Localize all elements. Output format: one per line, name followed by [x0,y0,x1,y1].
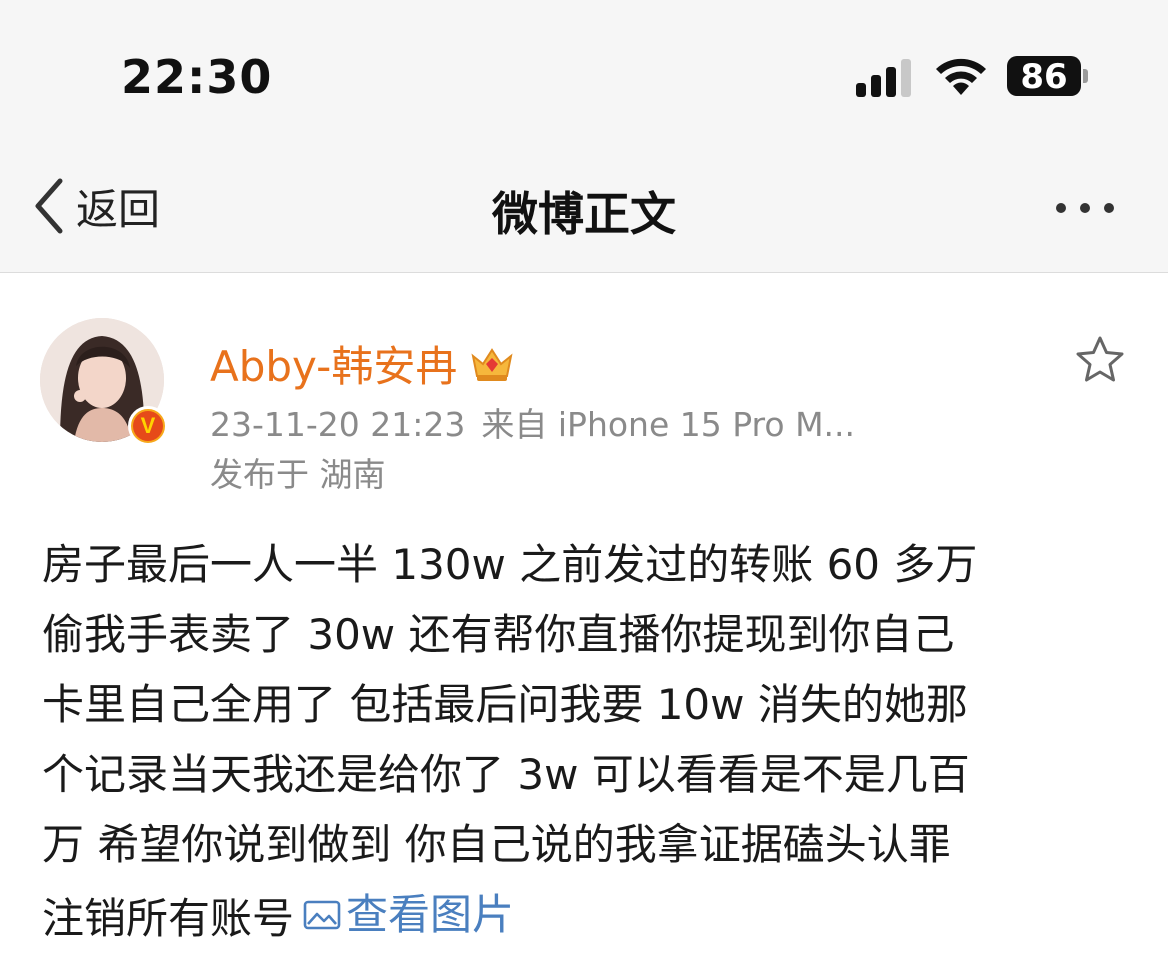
post-body-last-line: 注销所有账号 查看图片 [42,880,1128,954]
post-body-line: 卡里自己全用了 包括最后问我要 10w 消失的她那 [42,680,968,729]
post-body: 房子最后一人一半 130w 之前发过的转账 60 多万 偷我手表卖了 30w 还… [42,530,1128,954]
wifi-icon [936,58,986,95]
view-images-label: 查看图片 [346,890,515,939]
post-body-line: 注销所有账号 [42,894,295,943]
author-name-text: Abby-韩安冉 [210,342,458,391]
verified-badge-icon: V [128,406,168,446]
page-title: 微博正文 [492,187,676,241]
post-body-line: 偷我手表卖了 30w 还有帮你直播你提现到你自己 [42,610,955,659]
chevron-left-icon [35,178,63,234]
post-body-line: 房子最后一人一半 130w 之前发过的转账 60 多万 [42,540,978,589]
status-time: 22:30 [121,50,273,104]
battery-level: 86 [1020,57,1068,97]
back-button[interactable]: 返回 [32,176,160,236]
post-location: 发布于 湖南 [210,455,386,494]
image-icon [303,900,341,930]
battery-icon: 86 [1007,56,1088,97]
post-meta: 23-11-20 21:23 来自 iPhone 15 Pro M... [210,398,855,446]
post-body-line: 个记录当天我还是给你了 3w 可以看看是不是几百 [42,750,970,799]
post-source: 来自 iPhone 15 Pro M... [481,405,856,444]
vip-crown-icon [471,347,513,381]
cellular-signal-icon [856,57,914,97]
view-images-link[interactable]: 查看图片 [302,880,514,950]
post-body-line: 万 希望你说到做到 你自己说的我拿证据磕头认罪 [42,820,951,869]
author-name[interactable]: Abby-韩安冉 [210,333,515,394]
author-avatar[interactable]: V [40,318,170,448]
status-bar: 22:30 86 [0,0,1168,140]
more-icon[interactable] [1056,198,1132,218]
back-label: 返回 [76,184,161,234]
post-time: 23-11-20 21:23 [210,405,466,444]
nav-bar: 返回 微博正文 [0,140,1168,273]
favorite-star-icon[interactable] [1074,334,1126,384]
